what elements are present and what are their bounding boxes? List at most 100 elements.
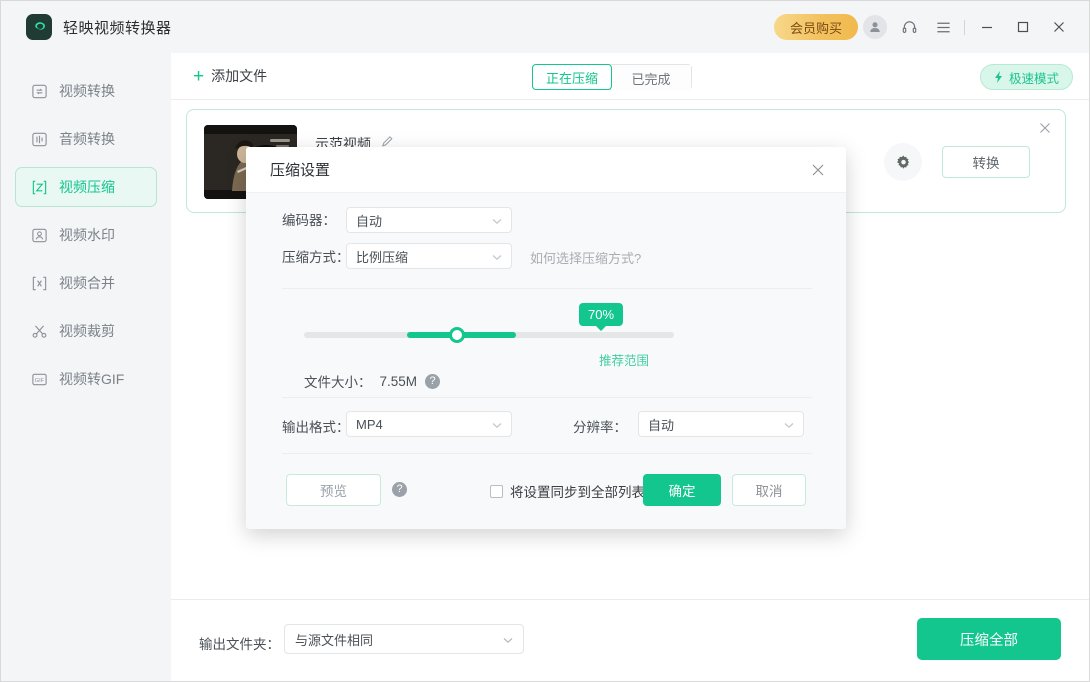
speed-mode-label: 极速模式: [1009, 68, 1059, 87]
sidebar-item-label: 视频转GIF: [59, 369, 124, 389]
encoder-row: 编码器：: [282, 209, 336, 229]
minimize-icon: [980, 20, 994, 34]
sidebar-item-video-convert[interactable]: 视频转换: [15, 71, 157, 111]
speed-mode-button[interactable]: 极速模式: [980, 64, 1073, 90]
convert-button[interactable]: 转换: [942, 146, 1030, 178]
vip-purchase-button[interactable]: 会员购买: [774, 14, 858, 40]
file-settings-button[interactable]: [884, 143, 922, 181]
app-logo-swoosh-icon: [26, 14, 52, 40]
content-toolbar: + 添加文件 正在压缩 已完成 极速模式: [171, 53, 1090, 100]
sidebar-item-video-watermark[interactable]: 视频水印: [15, 215, 157, 255]
plus-icon: +: [193, 67, 204, 86]
sidebar-item-label: 视频转换: [59, 81, 115, 101]
add-file-button[interactable]: + 添加文件: [193, 66, 267, 86]
support-button[interactable]: [892, 10, 926, 44]
compression-mode-select[interactable]: 比例压缩: [346, 243, 512, 269]
close-icon: [1052, 20, 1066, 34]
hamburger-menu-icon: [935, 19, 952, 36]
encoder-label: 编码器：: [282, 209, 336, 229]
sidebar-item-label: 视频水印: [59, 225, 115, 245]
add-file-label: 添加文件: [211, 66, 267, 86]
dialog-title: 压缩设置: [270, 159, 330, 180]
divider: [964, 20, 965, 35]
gif-icon: GIF: [30, 370, 48, 388]
resolution-select[interactable]: 自动: [638, 411, 804, 437]
compression-slider[interactable]: [304, 332, 674, 338]
sync-all-label: 将设置同步到全部列表: [510, 481, 645, 501]
video-compress-icon: [30, 178, 48, 196]
output-format-value: MP4: [356, 417, 383, 432]
svg-text:GIF: GIF: [34, 377, 44, 383]
dialog-header: 压缩设置: [246, 147, 846, 193]
file-size-row: 文件大小： 7.55M ?: [304, 371, 440, 391]
status-tabs: 正在压缩 已完成: [532, 64, 692, 90]
chevron-down-icon: [784, 417, 794, 432]
account-button[interactable]: [858, 10, 892, 44]
close-icon: [1039, 122, 1051, 134]
resolution-label: 分辨率：: [573, 416, 627, 436]
compression-mode-label: 压缩方式：: [282, 246, 350, 266]
confirm-button[interactable]: 确定: [643, 474, 721, 506]
tab-compressing[interactable]: 正在压缩: [532, 64, 612, 90]
app-title: 轻映视频转换器: [63, 17, 172, 38]
file-size-value: 7.55M: [380, 374, 418, 389]
chevron-down-icon: [492, 417, 502, 432]
compression-settings-dialog: 压缩设置: [246, 147, 846, 529]
question-mark-icon[interactable]: ?: [425, 374, 440, 389]
remove-file-button[interactable]: [1035, 118, 1055, 138]
resolution-value: 自动: [648, 415, 674, 434]
app-window: 轻映视频转换器 会员购买: [0, 0, 1090, 682]
sidebar: 视频转换 音频转换 视频压缩: [1, 53, 171, 682]
sidebar-item-audio-convert[interactable]: 音频转换: [15, 119, 157, 159]
sidebar-item-label: 视频合并: [59, 273, 115, 293]
maximize-button[interactable]: [1005, 9, 1041, 45]
resolution-row: 分辨率：: [573, 416, 627, 436]
slider-track[interactable]: [304, 332, 674, 338]
compress-all-button[interactable]: 压缩全部: [917, 618, 1061, 660]
sidebar-item-video-trim[interactable]: 视频裁剪: [15, 311, 157, 351]
tab-completed[interactable]: 已完成: [611, 65, 691, 91]
slider-handle[interactable]: [449, 327, 465, 343]
chevron-down-icon: [503, 632, 513, 647]
user-avatar-icon: [863, 15, 887, 39]
close-icon: [811, 163, 825, 177]
menu-button[interactable]: [926, 10, 960, 44]
sidebar-item-label: 视频裁剪: [59, 321, 115, 341]
sync-all-checkbox[interactable]: [490, 485, 503, 498]
mode-row: 压缩方式：: [282, 246, 350, 266]
bottom-bar: 输出文件夹： 与源文件相同 压缩全部: [171, 599, 1090, 682]
output-format-label: 输出格式：: [282, 416, 350, 436]
gear-icon: [895, 154, 912, 171]
preview-button[interactable]: 预览: [286, 474, 381, 506]
sidebar-item-video-to-gif[interactable]: GIF 视频转GIF: [15, 359, 157, 399]
encoder-value: 自动: [356, 211, 382, 230]
video-merge-icon: [30, 274, 48, 292]
chevron-down-icon: [492, 213, 502, 228]
sidebar-item-label: 音频转换: [59, 129, 115, 149]
compression-mode-value: 比例压缩: [356, 247, 408, 266]
question-mark-icon[interactable]: ?: [392, 482, 407, 497]
close-window-button[interactable]: [1041, 9, 1077, 45]
output-format-select[interactable]: MP4: [346, 411, 512, 437]
sidebar-item-video-compress[interactable]: 视频压缩: [15, 167, 157, 207]
maximize-icon: [1016, 20, 1030, 34]
mode-help-link[interactable]: 如何选择压缩方式?: [530, 248, 641, 267]
dialog-close-button[interactable]: [806, 158, 830, 182]
output-folder-label: 输出文件夹：: [199, 633, 280, 653]
sidebar-item-video-merge[interactable]: 视频合并: [15, 263, 157, 303]
video-convert-icon: [30, 82, 48, 100]
minimize-button[interactable]: [969, 9, 1005, 45]
scissors-icon: [30, 322, 48, 340]
title-bar: 轻映视频转换器 会员购买: [1, 1, 1090, 53]
sync-all-checkbox-row[interactable]: 将设置同步到全部列表: [490, 481, 645, 501]
cancel-button[interactable]: 取消: [732, 474, 806, 506]
sidebar-item-label: 视频压缩: [59, 177, 115, 197]
video-watermark-icon: [30, 226, 48, 244]
audio-convert-icon: [30, 130, 48, 148]
file-size-label: 文件大小：: [304, 371, 372, 391]
encoder-select[interactable]: 自动: [346, 207, 512, 233]
format-row: 输出格式：: [282, 416, 350, 436]
titlebar-controls: 会员购买: [774, 1, 1090, 53]
output-folder-select[interactable]: 与源文件相同: [284, 624, 524, 654]
headset-icon: [901, 19, 918, 36]
